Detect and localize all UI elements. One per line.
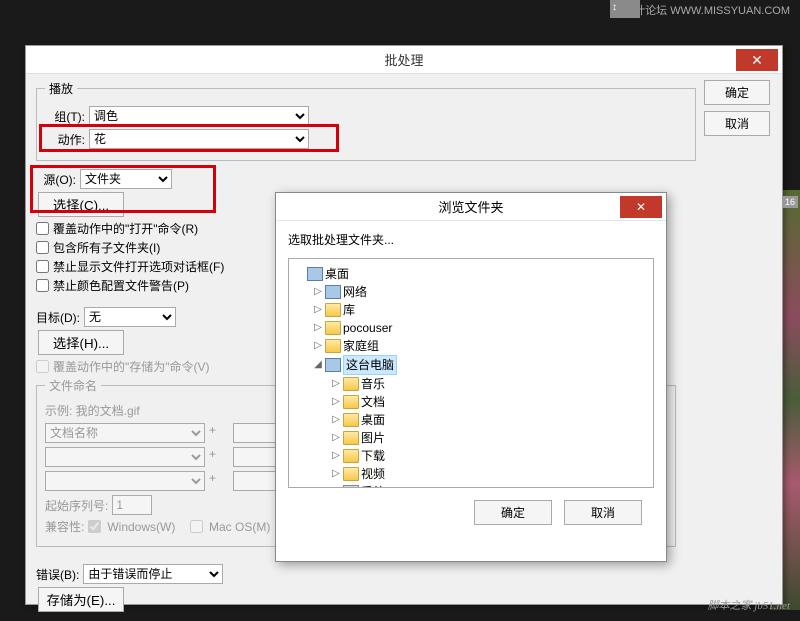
tree-node-network[interactable]: ▷网络: [313, 283, 649, 301]
plus-icon: +: [209, 423, 229, 443]
batch-dialog-titlebar: 批处理 ✕: [26, 46, 782, 74]
homegroup-icon: [325, 339, 341, 353]
action-label: 动作:: [45, 131, 85, 148]
folder-icon: [343, 467, 359, 481]
browse-prompt: 选取批处理文件夹...: [288, 231, 654, 248]
tree-node-system-c[interactable]: ▷系统 (C:): [331, 483, 649, 488]
destination-label: 目标(D):: [36, 309, 80, 326]
start-serial-label: 起始序列号:: [45, 497, 108, 514]
file-naming-legend: 文件命名: [45, 377, 101, 394]
browse-dialog-title: 浏览文件夹: [276, 197, 666, 216]
browse-cancel-button[interactable]: 取消: [564, 500, 642, 525]
compat-mac-label: Mac OS(M): [209, 520, 270, 534]
set-label: 组(T):: [45, 108, 85, 125]
folder-icon: [343, 395, 359, 409]
suppress-profile-warning-label: 禁止颜色配置文件警告(P): [53, 277, 189, 294]
computer-icon: [325, 358, 341, 372]
tree-node-desktop[interactable]: 桌面: [295, 265, 649, 283]
close-icon[interactable]: ✕: [736, 49, 778, 71]
include-subfolders-label: 包含所有子文件夹(I): [53, 239, 160, 256]
set-select[interactable]: 调色: [89, 106, 309, 126]
compat-mac-checkbox: [190, 520, 203, 533]
action-select[interactable]: 花: [89, 129, 309, 149]
play-legend: 播放: [45, 80, 77, 97]
expand-icon[interactable]: ▷: [313, 337, 323, 355]
expand-icon[interactable]: ▷: [331, 465, 341, 483]
expand-icon[interactable]: ▷: [331, 411, 341, 429]
browse-folder-dialog: 浏览文件夹 ✕ 选取批处理文件夹... 桌面 ▷网络 ▷库 ▷pocouser …: [275, 192, 667, 562]
suppress-profile-warning-checkbox[interactable]: [36, 279, 49, 292]
plus-icon: +: [209, 447, 229, 467]
collapse-icon[interactable]: ◢: [313, 356, 323, 374]
compat-label: 兼容性:: [45, 518, 84, 535]
tree-node-downloads[interactable]: ▷下载: [331, 447, 649, 465]
override-open-checkbox[interactable]: [36, 222, 49, 235]
tree-node-videos[interactable]: ▷视频: [331, 465, 649, 483]
choose-destination-button: 选择(H)...: [38, 330, 124, 355]
compat-windows-label: Windows(W): [107, 520, 175, 534]
background-photo-label: 16: [782, 196, 798, 208]
folder-icon: [343, 377, 359, 391]
expand-icon[interactable]: ▷: [331, 375, 341, 393]
override-save-label: 覆盖动作中的"存储为"命令(V): [53, 358, 210, 375]
start-serial-input: [112, 495, 152, 515]
save-errors-as-button: 存储为(E)...: [38, 587, 124, 612]
naming-field-1: 文档名称: [45, 423, 205, 443]
network-icon: [325, 285, 341, 299]
close-icon[interactable]: ✕: [620, 196, 662, 218]
choose-source-button[interactable]: 选择(C)...: [38, 192, 124, 217]
folder-icon: [343, 431, 359, 445]
libraries-icon: [325, 303, 341, 317]
errors-select[interactable]: 由于错误而停止: [83, 564, 223, 584]
user-icon: [325, 321, 341, 335]
suppress-open-dialog-label: 禁止显示文件打开选项对话框(F): [53, 258, 224, 275]
source-label: 源(O):: [36, 171, 76, 188]
tree-node-thispc[interactable]: ◢这台电脑: [313, 355, 649, 375]
expand-icon[interactable]: ▷: [313, 283, 323, 301]
play-fieldset: 播放 组(T): 调色 动作: 花: [36, 80, 696, 161]
browse-ok-button[interactable]: 确定: [474, 500, 552, 525]
expand-icon[interactable]: ▷: [331, 483, 341, 488]
tree-node-documents[interactable]: ▷文档: [331, 393, 649, 411]
expand-icon[interactable]: ▷: [331, 393, 341, 411]
errors-label: 错误(B):: [36, 566, 79, 583]
override-save-checkbox: [36, 360, 49, 373]
suppress-open-dialog-checkbox[interactable]: [36, 260, 49, 273]
watermark-bottom: 脚本之家 jb51.net: [708, 597, 791, 613]
tree-node-music[interactable]: ▷音乐: [331, 375, 649, 393]
tree-node-desktop2[interactable]: ▷桌面: [331, 411, 649, 429]
expand-icon[interactable]: ▷: [313, 301, 323, 319]
editor-tab[interactable]: ↕: [610, 0, 640, 18]
override-open-label: 覆盖动作中的"打开"命令(R): [53, 220, 198, 237]
cancel-button[interactable]: 取消: [704, 111, 770, 136]
naming-field-3: [45, 447, 205, 467]
tree-node-pictures[interactable]: ▷图片: [331, 429, 649, 447]
naming-field-5: [45, 471, 205, 491]
expand-icon[interactable]: ▷: [331, 429, 341, 447]
tree-node-user[interactable]: ▷pocouser: [313, 319, 649, 337]
folder-icon: [343, 413, 359, 427]
tree-node-libraries[interactable]: ▷库: [313, 301, 649, 319]
expand-icon[interactable]: ▷: [313, 319, 323, 337]
expand-icon[interactable]: ▷: [331, 447, 341, 465]
drive-icon: [343, 485, 359, 488]
include-subfolders-checkbox[interactable]: [36, 241, 49, 254]
batch-dialog-title: 批处理: [26, 50, 782, 69]
plus-icon: +: [209, 471, 229, 491]
source-select[interactable]: 文件夹: [80, 169, 172, 189]
ok-button[interactable]: 确定: [704, 80, 770, 105]
folder-tree[interactable]: 桌面 ▷网络 ▷库 ▷pocouser ▷家庭组 ◢这台电脑 ▷音乐 ▷文档 ▷…: [288, 258, 654, 488]
compat-windows-checkbox: [88, 520, 101, 533]
folder-icon: [343, 449, 359, 463]
desktop-icon: [307, 267, 323, 281]
destination-select[interactable]: 无: [84, 307, 176, 327]
tree-node-homegroup[interactable]: ▷家庭组: [313, 337, 649, 355]
